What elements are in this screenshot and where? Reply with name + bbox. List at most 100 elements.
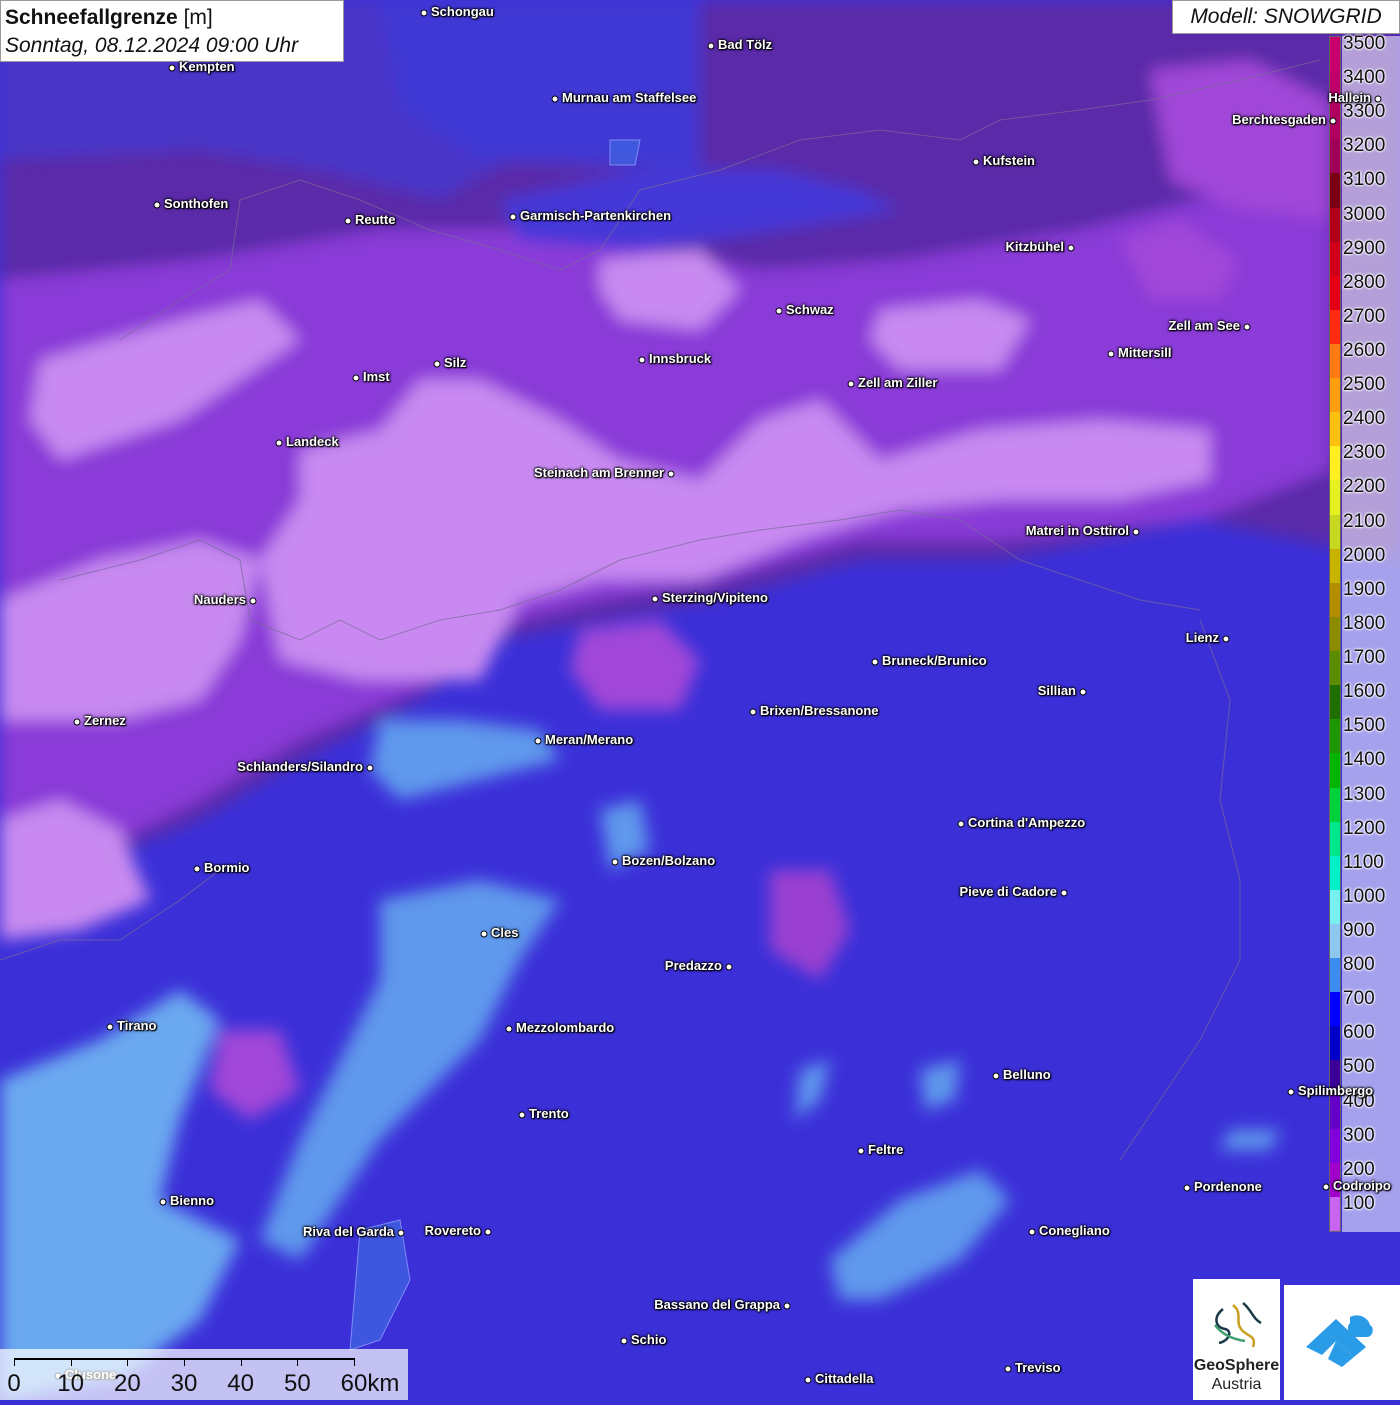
city-marker bbox=[480, 930, 488, 938]
city-label: Zell am Ziller bbox=[858, 375, 938, 390]
city-marker bbox=[749, 708, 757, 716]
city-marker bbox=[620, 1337, 628, 1345]
city-marker bbox=[857, 1147, 865, 1155]
city-label: Landeck bbox=[286, 434, 339, 449]
city-marker bbox=[611, 858, 619, 866]
legend-swatch bbox=[1330, 1128, 1340, 1164]
legend-label: 2600 bbox=[1343, 340, 1386, 362]
city-marker bbox=[1222, 635, 1230, 643]
city-label: Kitzbühel bbox=[1005, 239, 1065, 254]
legend-label: 500 bbox=[1343, 1056, 1375, 1078]
city-label: Reutte bbox=[355, 212, 396, 227]
scale-bar-label: 0 bbox=[7, 1370, 21, 1397]
city-marker bbox=[638, 356, 646, 364]
legend-swatch bbox=[1330, 412, 1340, 447]
scale-bar-label: 20 bbox=[113, 1370, 141, 1397]
title-box: Schneefallgrenze [m] Sonntag, 08.12.2024… bbox=[0, 0, 344, 62]
scale-bar-tick bbox=[14, 1358, 15, 1366]
city-marker bbox=[775, 307, 783, 315]
legend-label: 3000 bbox=[1343, 203, 1386, 225]
city-marker bbox=[366, 764, 374, 772]
city-label: Murnau am Staffelsee bbox=[562, 90, 697, 105]
city-label: Mezzolombardo bbox=[516, 1020, 615, 1035]
city-marker bbox=[275, 439, 283, 447]
city-marker bbox=[73, 718, 81, 726]
legend-swatch bbox=[1330, 1094, 1340, 1130]
legend-swatch bbox=[1330, 889, 1340, 925]
legend-label: 1500 bbox=[1343, 715, 1386, 737]
legend-swatch bbox=[1330, 685, 1340, 720]
legend-label: 2800 bbox=[1343, 271, 1386, 293]
legend-swatch bbox=[1330, 787, 1340, 823]
legend-label: 600 bbox=[1343, 1022, 1375, 1044]
city-marker bbox=[651, 595, 659, 603]
city-label: Conegliano bbox=[1039, 1223, 1110, 1238]
legend-label: 700 bbox=[1343, 988, 1375, 1010]
city-label: Meran/Merano bbox=[545, 732, 634, 747]
city-marker bbox=[1243, 323, 1251, 331]
scale-bar-label: 50 bbox=[283, 1370, 311, 1397]
legend-label: 1300 bbox=[1343, 783, 1386, 805]
legend-swatch bbox=[1330, 582, 1340, 618]
scale-bar-label: 10 bbox=[57, 1370, 85, 1397]
city-marker bbox=[1060, 889, 1068, 897]
legend-swatch bbox=[1330, 651, 1340, 686]
legend-swatch bbox=[1330, 821, 1340, 857]
geosphere-logo-icon bbox=[1214, 1302, 1262, 1348]
map-title-bold: Schneefallgrenze bbox=[5, 6, 178, 29]
legend-label: 1400 bbox=[1343, 749, 1386, 771]
city-marker bbox=[159, 1198, 167, 1206]
city-label: Pieve di Cadore bbox=[959, 884, 1057, 899]
scale-bar-tick bbox=[240, 1358, 242, 1366]
geosphere-logo-line2: Austria bbox=[1211, 1376, 1262, 1393]
city-label: Silz bbox=[444, 355, 467, 370]
city-label: Berchtesgaden bbox=[1232, 112, 1326, 127]
city-label: Kempten bbox=[179, 59, 235, 74]
city-marker bbox=[168, 64, 176, 72]
city-marker bbox=[1322, 1183, 1330, 1191]
city-label: Bassano del Grappa bbox=[654, 1297, 780, 1312]
legend-swatch bbox=[1330, 548, 1340, 584]
legend-label: 2000 bbox=[1343, 544, 1386, 566]
legend-swatch bbox=[1330, 480, 1340, 516]
legend-label: 2400 bbox=[1343, 408, 1386, 430]
city-marker bbox=[484, 1228, 492, 1236]
city-label: Riva del Garda bbox=[302, 1224, 394, 1239]
city-label: Hallein bbox=[1328, 90, 1371, 105]
city-marker bbox=[957, 820, 965, 828]
city-label: Innsbruck bbox=[649, 351, 712, 366]
city-label: Matrei in Osttirol bbox=[1025, 523, 1129, 538]
city-marker bbox=[1028, 1228, 1036, 1236]
city-label: Sterzing/Vipiteno bbox=[662, 590, 768, 605]
city-marker bbox=[1079, 688, 1087, 696]
scale-bar-label: 30 bbox=[170, 1370, 198, 1397]
city-label: Treviso bbox=[1015, 1360, 1061, 1375]
city-label: Predazzo bbox=[664, 958, 722, 973]
legend-swatch bbox=[1330, 923, 1340, 959]
legend-swatch bbox=[1330, 207, 1340, 243]
city-marker bbox=[707, 42, 715, 50]
legend-label: 2900 bbox=[1343, 237, 1386, 259]
legend-label: 3500 bbox=[1343, 33, 1386, 54]
legend-label: 1600 bbox=[1343, 681, 1386, 703]
city-label: Garmisch-Partenkirchen bbox=[520, 208, 672, 223]
partner-logo bbox=[1284, 1285, 1400, 1400]
city-label: Schlanders/Silandro bbox=[237, 759, 363, 774]
legend-swatch bbox=[1330, 855, 1340, 891]
city-marker bbox=[352, 374, 360, 382]
legend-label: 1800 bbox=[1343, 612, 1386, 634]
legend-swatch bbox=[1330, 992, 1340, 1027]
legend-swatch bbox=[1330, 719, 1340, 754]
scale-bar-tick bbox=[184, 1358, 185, 1366]
legend-label: 1100 bbox=[1343, 851, 1384, 873]
legend-swatch bbox=[1330, 378, 1340, 413]
city-label: Belluno bbox=[1003, 1067, 1051, 1082]
city-marker bbox=[1107, 350, 1115, 358]
city-marker bbox=[1067, 244, 1075, 252]
city-label: Zell am See bbox=[1168, 318, 1240, 333]
legend-label: 2100 bbox=[1343, 510, 1386, 532]
map-title-unit: [m] bbox=[183, 6, 213, 29]
city-label: Nauders bbox=[193, 592, 246, 607]
city-marker bbox=[153, 201, 161, 209]
city-label: Sonthofen bbox=[164, 196, 229, 211]
